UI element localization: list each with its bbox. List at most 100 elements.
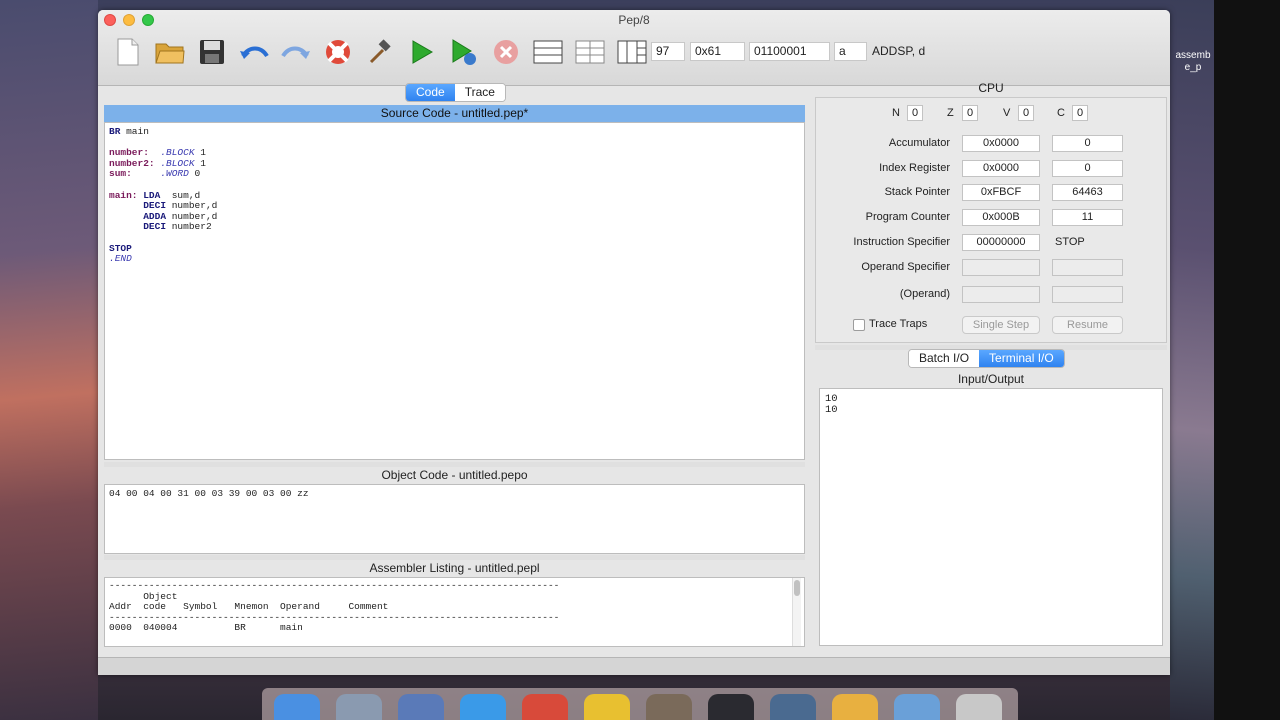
run-icon	[412, 40, 433, 64]
accumulator-label: Accumulator	[888, 137, 950, 149]
object-code-editor[interactable]: 04 00 04 00 31 00 03 39 00 03 00 zz	[104, 484, 805, 554]
undo-button[interactable]	[236, 36, 272, 68]
chrome-dock-icon[interactable]	[522, 694, 568, 720]
tab-batch-io[interactable]: Batch I/O	[909, 350, 980, 367]
flag-z-label: Z	[947, 107, 954, 119]
source-token	[109, 200, 143, 211]
flag-c-value: 0	[1072, 105, 1088, 121]
instruction-specifier-mnemonic: STOP	[1055, 236, 1085, 248]
downloads-folder-dock-icon[interactable]	[894, 694, 940, 720]
tab-trace[interactable]: Trace	[454, 84, 505, 101]
program-counter-hex: 0x000B	[962, 209, 1040, 226]
dock	[262, 688, 1018, 720]
source-line: .END	[109, 253, 800, 265]
stack-pointer-dec: 64463	[1052, 184, 1123, 201]
listing-scrollbar[interactable]	[792, 578, 801, 646]
activity-monitor-dock-icon[interactable]	[708, 694, 754, 720]
flag-c-label: C	[1057, 107, 1065, 119]
assembler-listing-view[interactable]: ----------------------------------------…	[104, 577, 805, 647]
single-step-button[interactable]: Single Step	[962, 316, 1040, 334]
new-file-icon	[117, 38, 139, 66]
gimp-dock-icon[interactable]	[646, 694, 692, 720]
source-token: .BLOCK	[160, 147, 195, 159]
resume-button[interactable]: Resume	[1052, 316, 1123, 334]
converter-char-field[interactable]: a	[834, 42, 867, 61]
layout-code-trace-button[interactable]	[614, 36, 650, 68]
source-token: 1	[194, 157, 206, 169]
mail-dock-icon[interactable]	[398, 694, 444, 720]
object-code-header: Object Code - untitled.pepo	[381, 468, 528, 482]
save-button[interactable]	[194, 36, 230, 68]
cpu-panel: N 0 Z 0 V 0 C 0 Accumulator 0x0000 0 Ind…	[815, 97, 1167, 343]
trash-dock-icon[interactable]	[956, 694, 1002, 720]
source-line: STOP	[109, 242, 800, 255]
open-button[interactable]	[152, 36, 188, 68]
source-token: number,d	[166, 210, 218, 222]
listing-scrollbar-thumb[interactable]	[794, 580, 800, 596]
redo-icon	[281, 46, 310, 59]
source-line: ADDA number,d	[109, 210, 800, 223]
converter-binary-field[interactable]: 01100001	[749, 42, 830, 61]
trace-traps-checkbox[interactable]	[853, 319, 865, 331]
help-lifebuoy-icon	[326, 40, 350, 64]
layout-code-cpu-button[interactable]	[572, 36, 608, 68]
save-disk-icon	[200, 40, 224, 64]
source-token: .END	[109, 253, 132, 265]
flag-v-label: V	[1003, 107, 1011, 119]
tab-code[interactable]: Code	[406, 84, 455, 101]
operand-hex	[962, 286, 1040, 303]
program-counter-label: Program Counter	[865, 211, 950, 223]
source-token: sum:	[109, 168, 132, 180]
layout-split-icon	[575, 40, 605, 64]
converter-mnemonic-label: ADDSP, d	[872, 44, 926, 58]
source-token: number2	[166, 221, 212, 233]
new-file-button[interactable]	[110, 36, 146, 68]
launchpad-dock-icon[interactable]	[336, 694, 382, 720]
operand-specifier-hex	[962, 259, 1040, 276]
source-token: .BLOCK	[160, 157, 195, 169]
window-title: Pep/8	[618, 13, 650, 27]
desktop-file-label[interactable]: assemb e_p	[1172, 50, 1214, 74]
redo-button[interactable]	[278, 36, 314, 68]
index-register-label: Index Register	[879, 162, 950, 174]
converter-hex-field[interactable]: 0x61	[690, 42, 745, 61]
stop-button[interactable]	[488, 36, 524, 68]
source-line: number: .BLOCK 1	[109, 147, 800, 159]
source-code-editor[interactable]: BR main number: .BLOCK 1 number2: .BLOCK 1…	[104, 122, 805, 460]
source-token: STOP	[109, 242, 132, 254]
status-bar	[98, 657, 1170, 675]
source-token: number,d	[166, 200, 218, 212]
assemble-button[interactable]	[362, 36, 398, 68]
stop-icon	[494, 40, 518, 64]
debug-run-icon	[452, 39, 476, 65]
operand-specifier-dec	[1052, 259, 1123, 276]
run-button[interactable]	[404, 36, 440, 68]
source-line	[109, 138, 800, 149]
converter-decimal-field[interactable]: 97	[651, 42, 685, 61]
start-debugging-button[interactable]	[446, 36, 482, 68]
quicktime-dock-icon[interactable]	[770, 694, 816, 720]
finder-dock-icon[interactable]	[274, 694, 320, 720]
cyberduck-dock-icon[interactable]	[584, 694, 630, 720]
toolbar	[110, 36, 650, 68]
cpu-header: CPU	[978, 81, 1004, 95]
source-token: BR	[109, 126, 121, 137]
safari-dock-icon[interactable]	[460, 694, 506, 720]
terminal-io-area[interactable]: 10 10	[819, 388, 1163, 646]
layout-code-only-button[interactable]	[530, 36, 566, 68]
source-token: DECI	[143, 200, 167, 212]
pep8-window: Pep/8 97 0x61 01100001 a ADDSP, d Code T…	[98, 10, 1170, 675]
trace-traps-label: Trace Traps	[869, 318, 928, 330]
source-line: DECI number2	[109, 222, 800, 233]
source-token: number2:	[109, 157, 155, 169]
stack-pointer-hex: 0xFBCF	[962, 184, 1040, 201]
help-button[interactable]	[320, 36, 356, 68]
assemble-hammer-icon	[369, 39, 391, 64]
source-token: main:	[109, 189, 138, 201]
source-token: ADDA	[143, 210, 167, 222]
source-token	[109, 221, 143, 232]
pep8-dock-icon[interactable]	[832, 694, 878, 720]
tab-terminal-io[interactable]: Terminal I/O	[979, 350, 1064, 367]
source-token	[132, 168, 161, 179]
source-token	[109, 211, 143, 222]
